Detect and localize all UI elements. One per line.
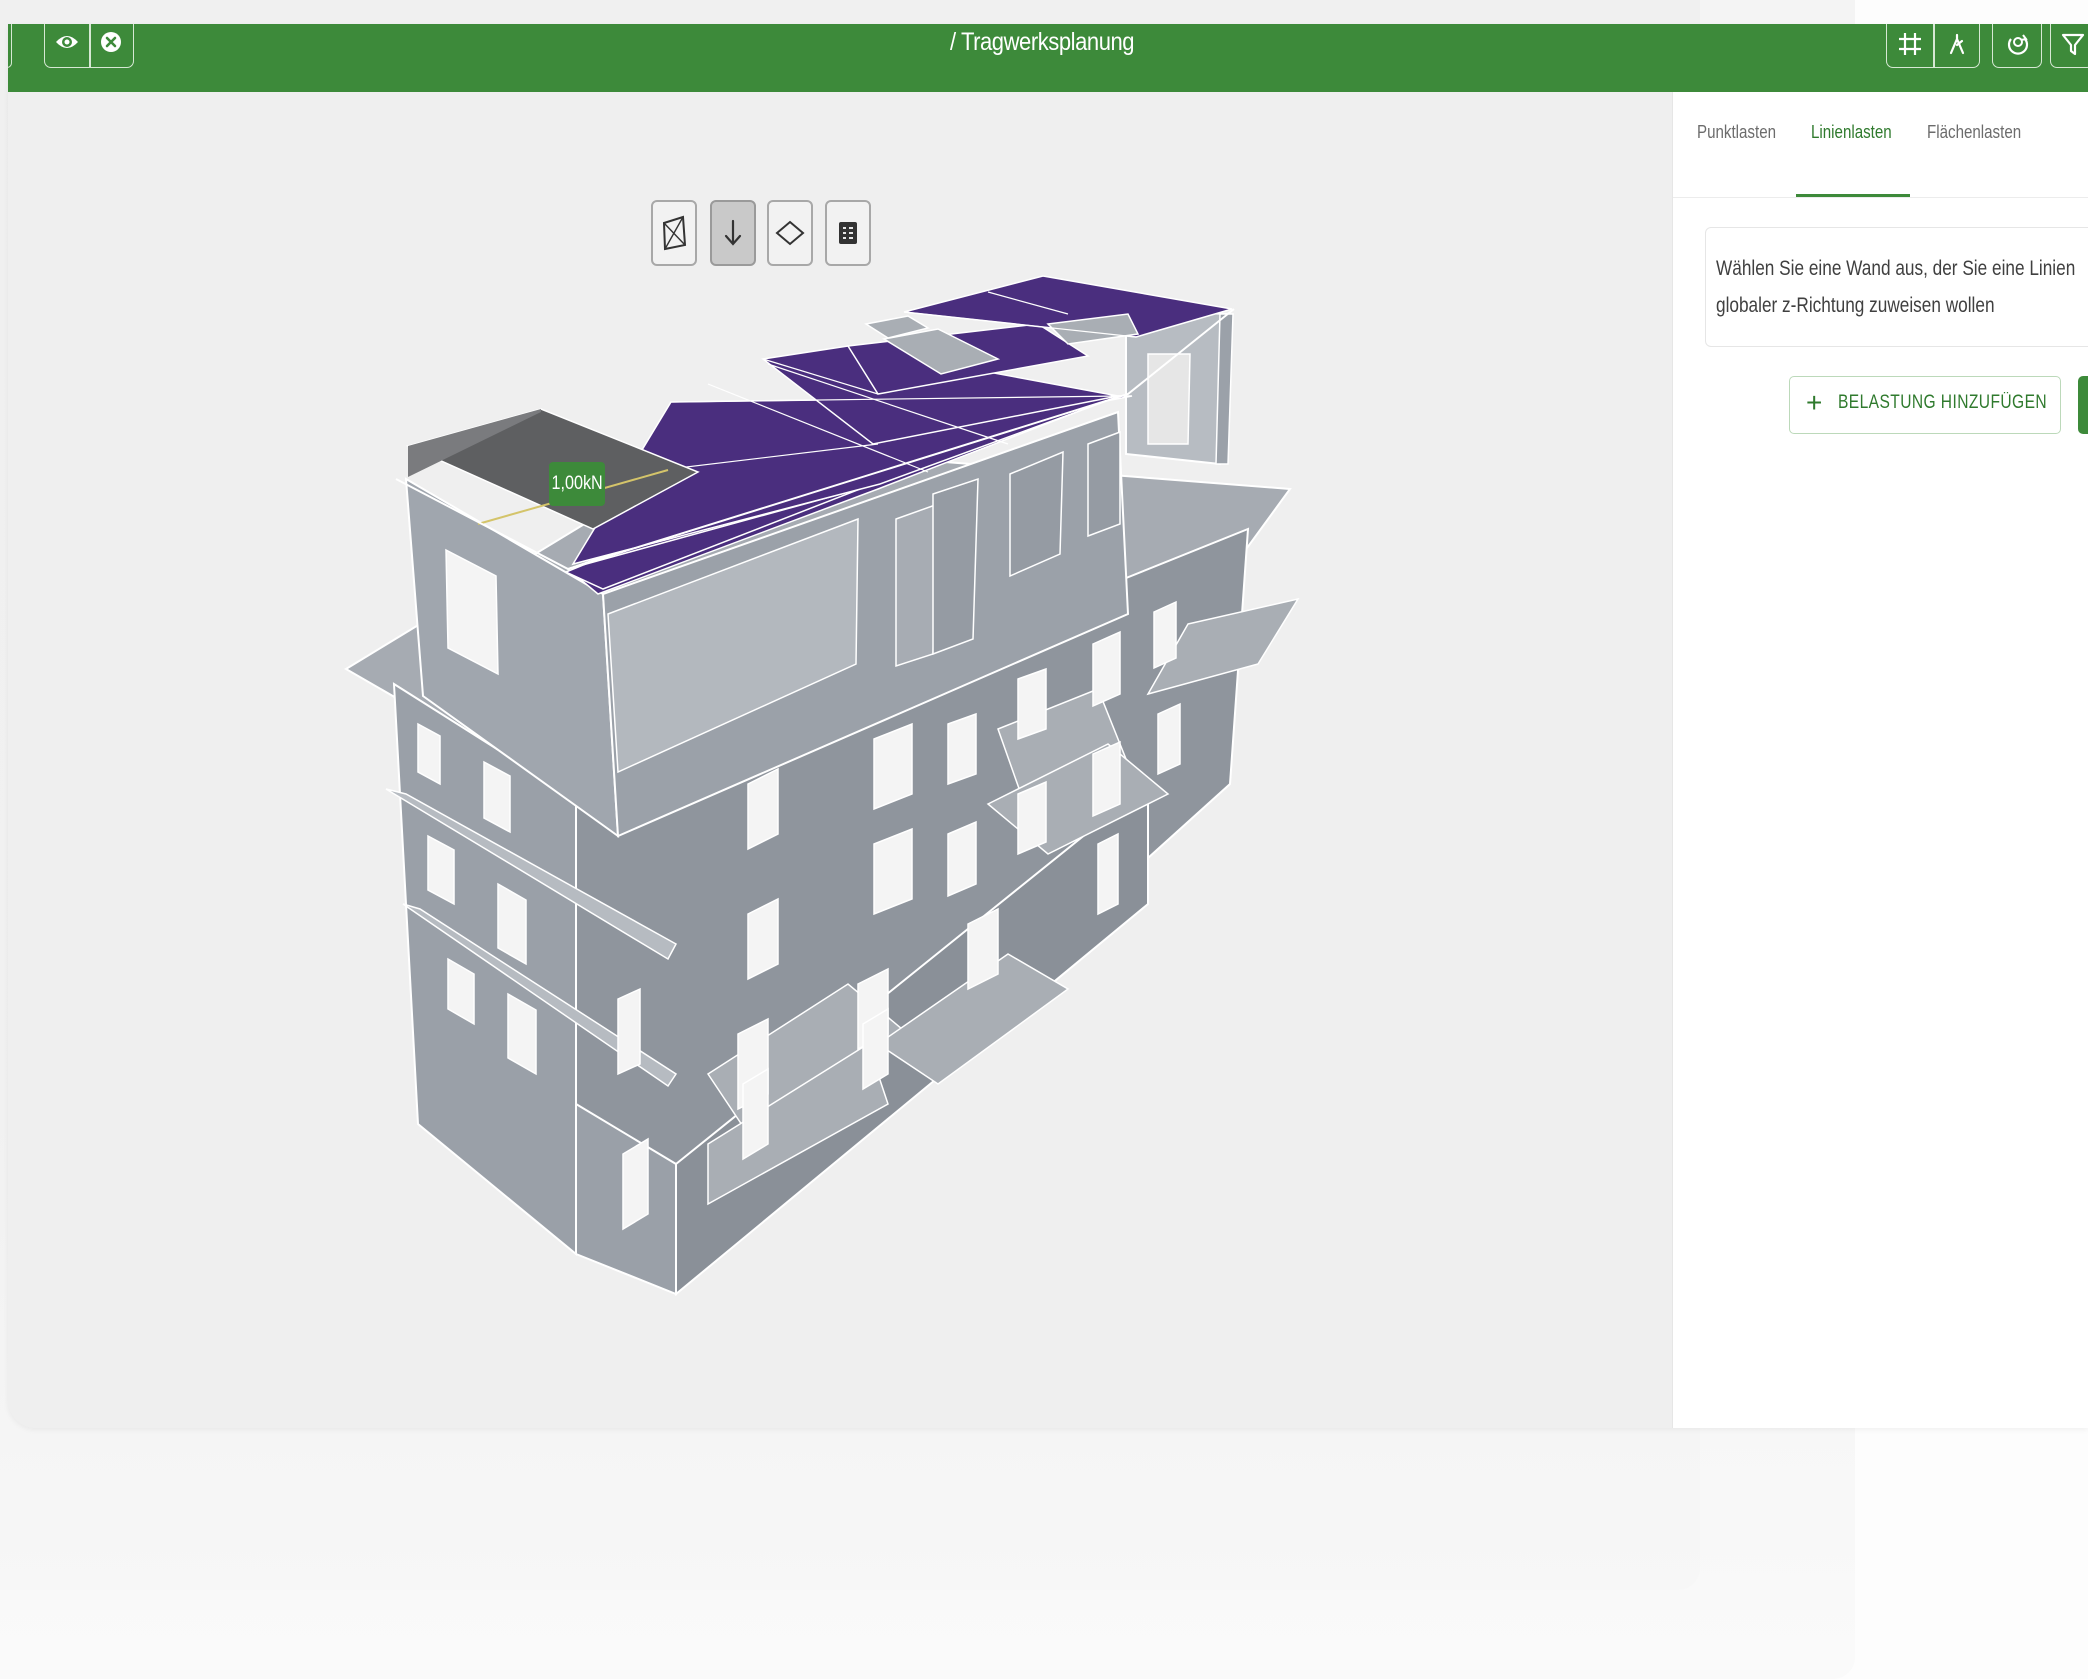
page: / Tragwerksplanung 1,00kN Punktlasten Li… [0,0,2088,1679]
add-load-button[interactable]: + BELASTUNG HINZUFÜGEN [1789,376,2061,434]
top-bar: / Tragwerksplanung [8,24,2088,92]
building-model[interactable] [8,92,1672,1428]
confirm-button[interactable] [2078,376,2088,434]
grid-icon[interactable] [1896,29,1924,59]
add-load-label: BELASTUNG HINZUFÜGEN [1838,392,2048,413]
person-icon[interactable] [1943,29,1971,59]
instruction-text: Wählen Sie eine Wand aus, der Sie eine L… [1716,257,2076,317]
app-window: / Tragwerksplanung 1,00kN Punktlasten Li… [8,24,2088,1428]
view-controls [44,24,134,68]
close-circle-icon[interactable] [97,28,125,56]
rotate-control [1992,24,2042,68]
rotate-icon[interactable] [2003,29,2033,59]
filter-icon[interactable] [2059,29,2087,59]
plus-icon: + [1806,387,1823,418]
tab-flaechenlasten[interactable]: Flächenlasten [1927,122,2021,143]
load-label[interactable]: 1,00kN [549,462,605,506]
instruction-box: Wählen Sie eine Wand aus, der Sie eine L… [1705,227,2088,347]
load-value: 1,00kN [551,473,603,494]
tab-divider [1673,197,2088,198]
tab-punktlasten[interactable]: Punktlasten [1697,122,1776,143]
side-panel: Punktlasten Linienlasten Flächenlasten W… [1672,92,2088,1428]
menu-tab-edge [8,24,12,68]
page-title: / Tragwerksplanung [950,28,1135,56]
eye-icon[interactable] [53,28,81,56]
model-viewport[interactable]: 1,00kN [8,92,1672,1428]
filter-control [2050,24,2088,68]
grid-controls [1886,24,1980,68]
tab-linienlasten[interactable]: Linienlasten [1811,122,1892,143]
